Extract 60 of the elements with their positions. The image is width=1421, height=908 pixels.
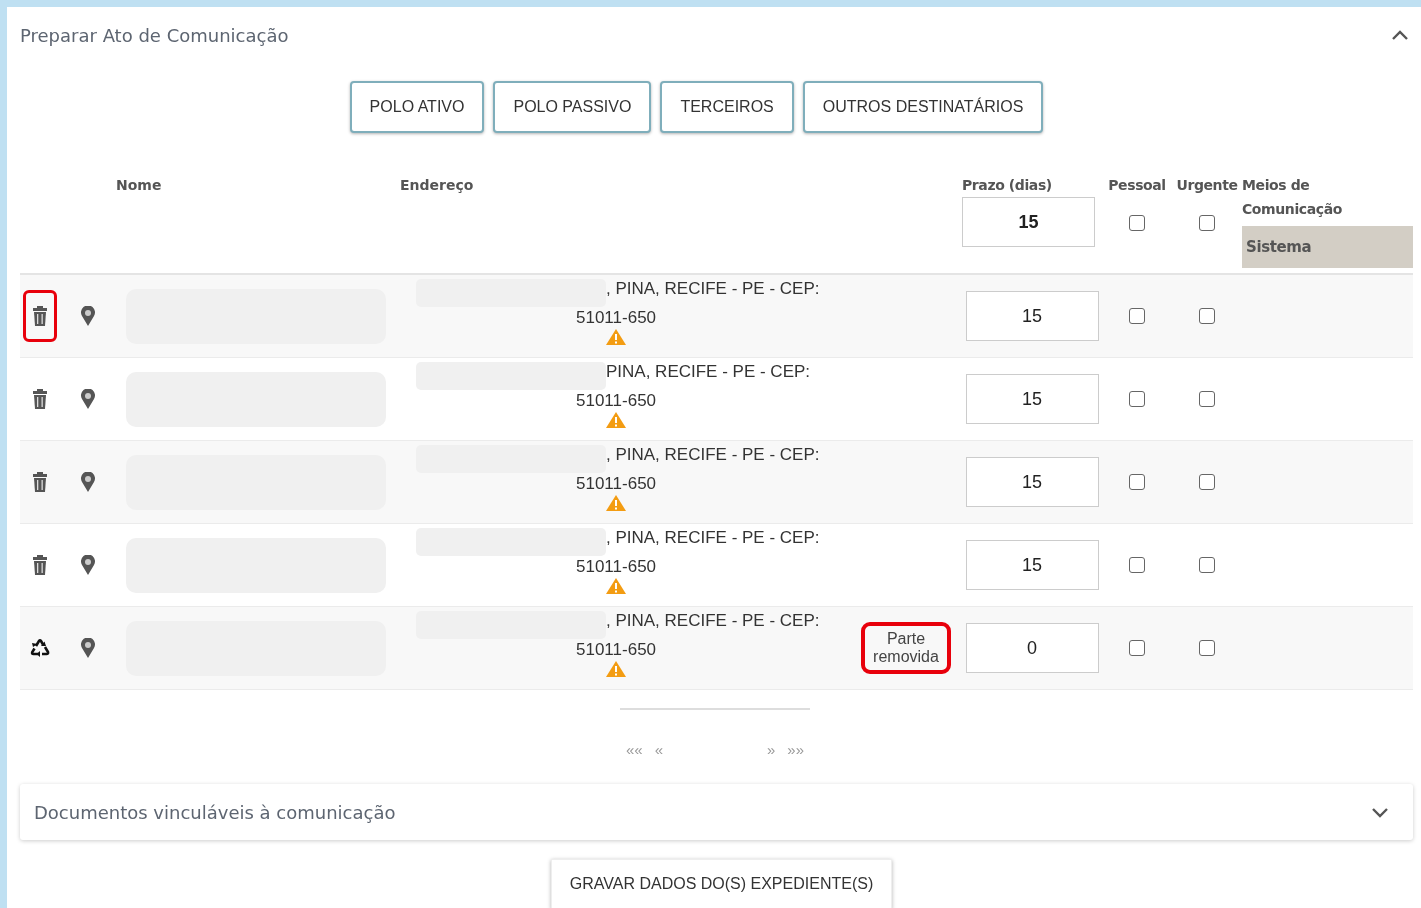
option-label[interactable]: Sistema [1242,226,1413,268]
checkbox[interactable] [1199,640,1215,656]
trash-icon[interactable] [32,389,48,409]
map-pin-icon[interactable] [80,555,96,575]
map-pin-icon[interactable] [80,306,96,326]
warning-icon [606,661,626,677]
postal-code: 51011-650 [576,556,657,578]
postal-code: 51011-650 [576,390,657,412]
map-pin-icon[interactable] [80,472,96,492]
deadline-field[interactable]: 15 [965,457,1099,507]
deadline-field[interactable]: 0 [965,623,1099,673]
column-header: Endereço [400,177,474,193]
warning-icon [606,329,626,345]
warning-icon [606,495,626,511]
address-text: , PINA, RECIFE - PE - CEP: [606,445,820,465]
trash-icon[interactable] [32,555,48,575]
status-label: Parte removida [861,622,951,674]
column-header: Meios de Comunicação [1242,176,1343,219]
checkbox[interactable] [1129,391,1145,407]
save-button[interactable]: GRAVAR DADOS DO(S) EXPEDIENTE(S) [550,859,893,908]
checkbox[interactable] [1129,215,1145,231]
deadline-field[interactable]: 15 [962,197,1095,247]
warning-icon [606,412,626,428]
deadline-field[interactable]: 15 [965,374,1099,424]
checkbox[interactable] [1129,557,1145,573]
checkbox[interactable] [1199,215,1215,231]
address-text: PINA, RECIFE - PE - CEP: [606,362,811,382]
panel-title: Documentos vinculáveis à comunicação [34,801,396,823]
deadline-field[interactable]: 15 [965,540,1099,590]
filter-button[interactable]: OUTROS DESTINATÁRIOS [802,81,1044,133]
address-text: , PINA, RECIFE - PE - CEP: [606,528,820,548]
postal-code: 51011-650 [576,639,657,661]
trash-icon[interactable] [32,306,48,326]
postal-code: 51011-650 [576,307,657,329]
checkbox[interactable] [1199,557,1215,573]
column-header: Urgente [1176,177,1238,193]
column-header: Nome [116,177,162,193]
checkbox[interactable] [1129,474,1145,490]
warning-icon [606,578,626,594]
filter-button[interactable]: TERCEIROS [660,81,794,133]
checkbox[interactable] [1199,391,1215,407]
checkbox[interactable] [1129,640,1145,656]
filter-button[interactable]: POLO PASSIVO [493,81,652,133]
checkbox[interactable] [1199,308,1215,324]
recycle-icon[interactable] [30,638,50,658]
column-header: Pessoal [1108,177,1166,193]
checkbox[interactable] [1129,308,1145,324]
panel-title: Preparar Ato de Comunicação [20,24,289,46]
trash-icon[interactable] [32,472,48,492]
map-pin-icon[interactable] [80,638,96,658]
column-header: Prazo (dias) [962,177,1053,193]
address-text: , PINA, RECIFE - PE - CEP: [606,611,820,631]
filter-button[interactable]: POLO ATIVO [349,81,485,133]
map-pin-icon[interactable] [80,389,96,409]
deadline-field[interactable]: 15 [965,291,1099,341]
checkbox[interactable] [1199,474,1215,490]
postal-code: 51011-650 [576,473,657,495]
collapse-icon[interactable] [1391,29,1409,41]
address-text: , PINA, RECIFE - PE - CEP: [606,279,820,299]
expand-icon[interactable] [1371,806,1389,818]
